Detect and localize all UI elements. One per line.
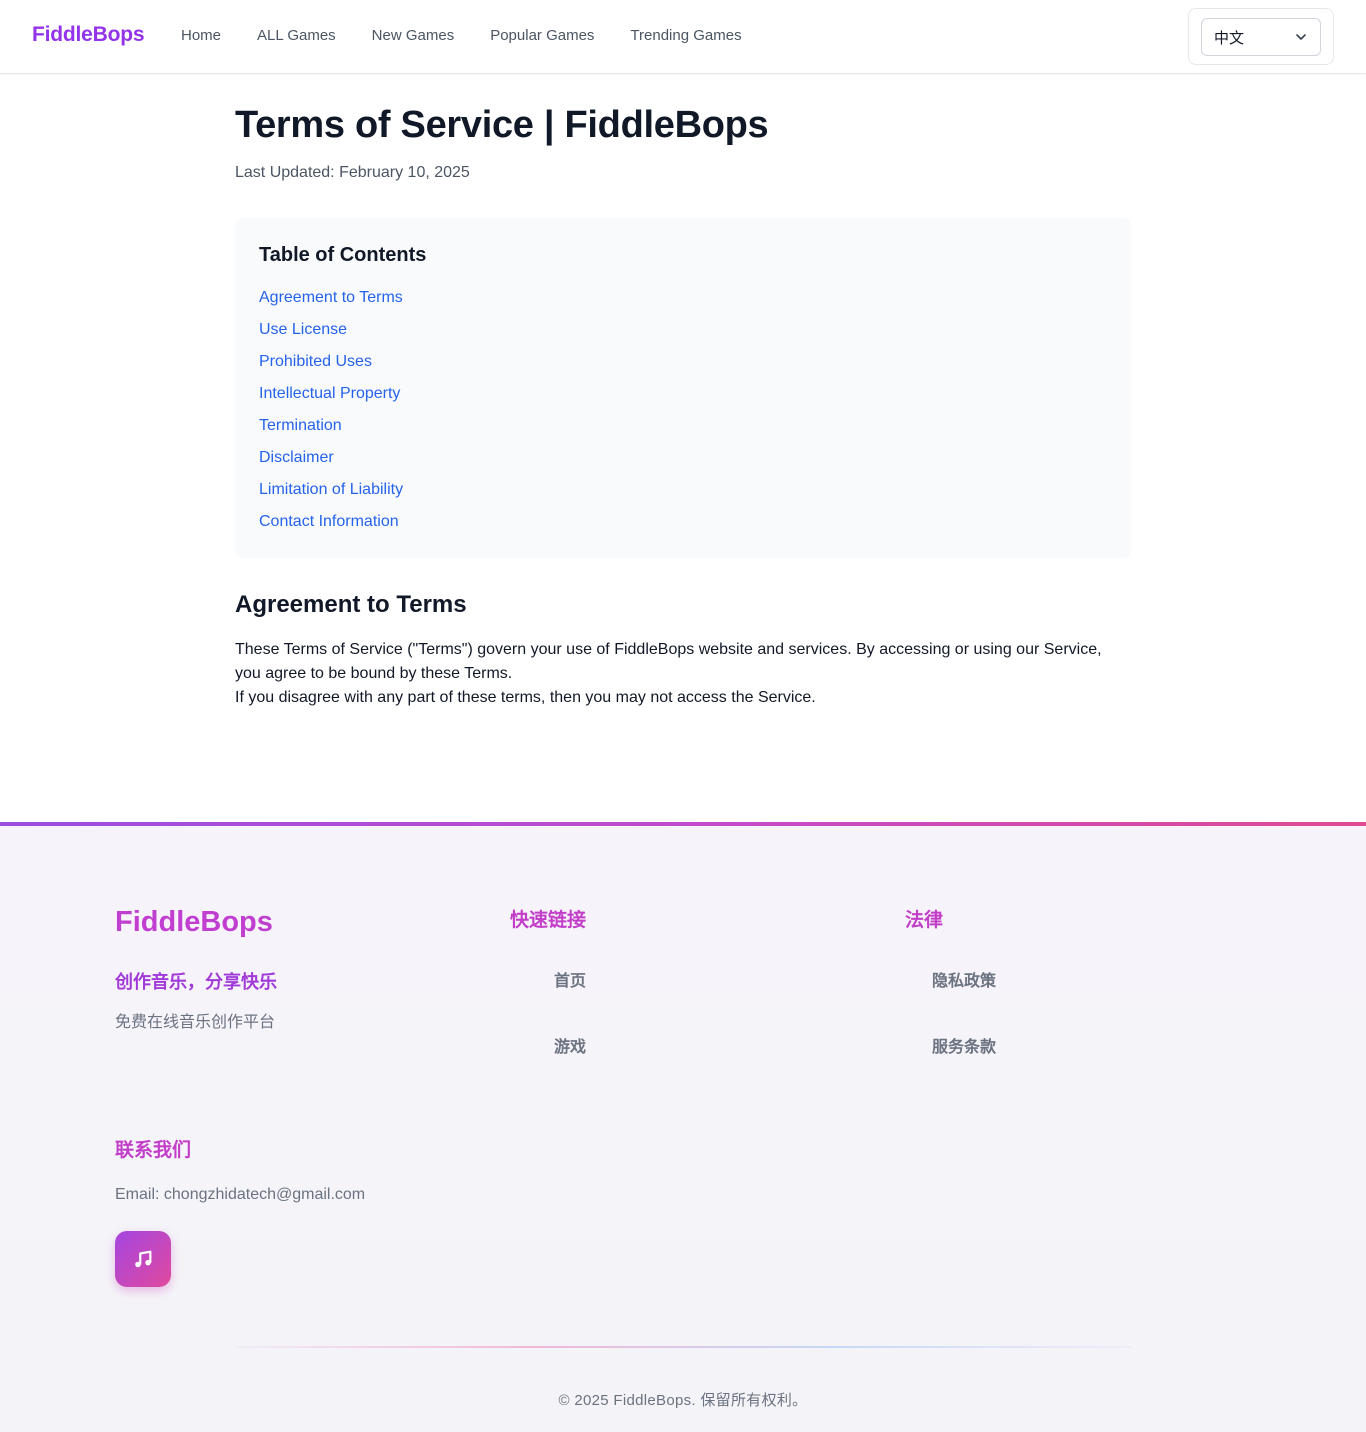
language-switcher: 中文 [1188, 8, 1334, 65]
footer-link-terms-of-service[interactable]: 服务条款 [932, 1033, 996, 1057]
nav-all-games[interactable]: ALL Games [257, 27, 336, 44]
section-paragraph: If you disagree with any part of these t… [235, 689, 816, 706]
footer-contact-email[interactable]: Email: chongzhidatech@gmail.com [115, 1186, 365, 1204]
last-updated: Last Updated: February 10, 2025 [235, 164, 470, 181]
section-title-agreement: Agreement to Terms [235, 591, 467, 618]
table-of-contents: Table of Contents Agreement to Terms Use… [235, 218, 1131, 558]
footer-link-games[interactable]: 游戏 [554, 1033, 586, 1057]
chevron-down-icon [1296, 34, 1306, 40]
footer-bottom-divider [235, 1346, 1131, 1348]
music-note-icon [135, 1250, 152, 1268]
page-title: Terms of Service | FiddleBops [235, 104, 769, 146]
music-social-button[interactable] [115, 1231, 171, 1287]
language-select-value: 中文 [1214, 29, 1245, 47]
main-nav: Home ALL Games New Games Popular Games T… [181, 27, 778, 44]
language-select[interactable]: 中文 [1201, 18, 1321, 56]
toc-link-termination[interactable]: Termination [259, 417, 342, 434]
site-logo[interactable]: FiddleBops [32, 23, 145, 47]
toc-link-prohibited-uses[interactable]: Prohibited Uses [259, 353, 372, 370]
footer-link-privacy-policy[interactable]: 隐私政策 [932, 967, 996, 991]
nav-trending-games[interactable]: Trending Games [630, 27, 741, 44]
footer-legal-title: 法律 [905, 910, 944, 931]
site-footer: FiddleBops 创作音乐，分享快乐 免费在线音乐创作平台 快速链接 首页 … [0, 822, 1366, 1432]
footer-logo[interactable]: FiddleBops [115, 906, 273, 939]
footer-contact-title: 联系我们 [115, 1140, 192, 1161]
toc-link-use-license[interactable]: Use License [259, 321, 347, 338]
nav-popular-games[interactable]: Popular Games [490, 27, 594, 44]
toc-link-contact-information[interactable]: Contact Information [259, 513, 399, 530]
nav-new-games[interactable]: New Games [372, 27, 455, 44]
toc-title: Table of Contents [259, 244, 427, 266]
toc-list: Agreement to Terms Use License Prohibite… [259, 287, 403, 543]
section-paragraph: These Terms of Service ("Terms") govern … [235, 641, 1102, 682]
footer-copyright: © 2025 FiddleBops. 保留所有权利。 [558, 1392, 808, 1409]
footer-description: 免费在线音乐创作平台 [115, 1014, 276, 1031]
footer-quick-links-title: 快速链接 [510, 910, 587, 931]
toc-link-limitation-of-liability[interactable]: Limitation of Liability [259, 481, 403, 498]
toc-link-agreement[interactable]: Agreement to Terms [259, 289, 403, 306]
toc-link-intellectual-property[interactable]: Intellectual Property [259, 385, 400, 402]
toc-link-disclaimer[interactable]: Disclaimer [259, 449, 334, 466]
site-header: FiddleBops Home ALL Games New Games Popu… [0, 0, 1366, 74]
footer-tagline: 创作音乐，分享快乐 [115, 972, 277, 992]
nav-home[interactable]: Home [181, 27, 221, 44]
section-body-agreement: These Terms of Service ("Terms") govern … [235, 638, 1131, 710]
footer-gradient-divider [0, 822, 1366, 826]
footer-link-home[interactable]: 首页 [554, 967, 586, 991]
